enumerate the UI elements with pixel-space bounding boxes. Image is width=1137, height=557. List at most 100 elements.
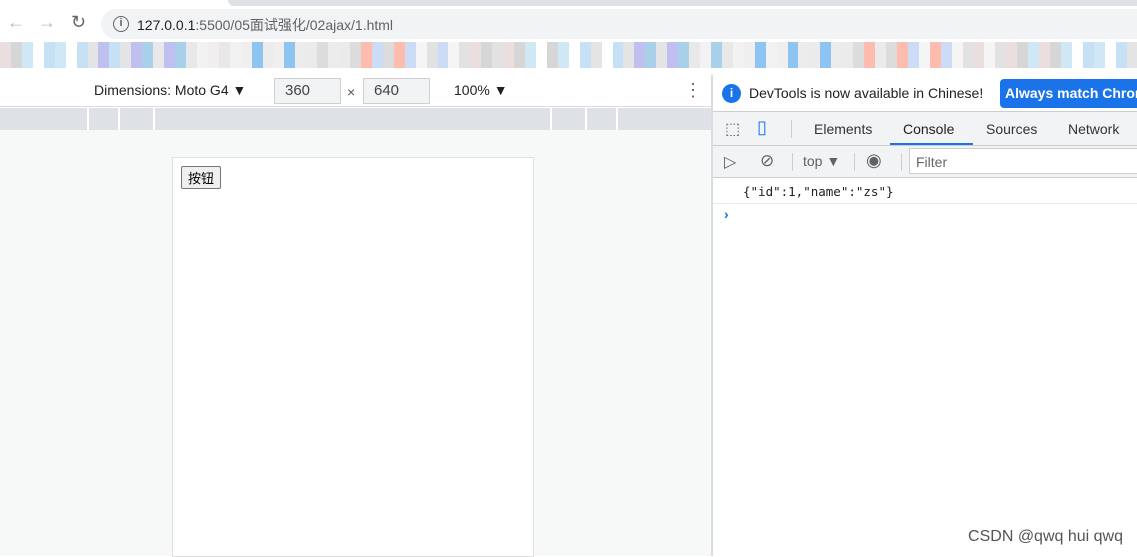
bookmark-item[interactable] [896, 42, 908, 68]
tab-network[interactable]: Network [1068, 121, 1119, 137]
bookmark-item[interactable] [590, 42, 602, 68]
tab-sources[interactable]: Sources [986, 121, 1037, 137]
page-button[interactable]: 按钮 [181, 166, 222, 189]
reload-icon[interactable]: ↻ [71, 12, 86, 33]
bookmark-item[interactable] [10, 42, 22, 68]
bookmark-item[interactable] [196, 42, 208, 68]
context-select[interactable]: top ▼ [803, 153, 840, 169]
bookmark-item[interactable] [765, 42, 777, 68]
dimensions-select[interactable]: Dimensions: Moto G4 ▼ [94, 82, 246, 98]
console-prompt[interactable]: › [713, 204, 1137, 222]
bookmark-item[interactable] [743, 42, 755, 68]
bookmark-item[interactable] [1039, 42, 1050, 68]
tab-elements[interactable]: Elements [814, 121, 872, 137]
bookmark-item[interactable] [284, 42, 296, 68]
bookmark-item[interactable] [207, 42, 219, 68]
bookmark-item[interactable] [689, 42, 700, 68]
bookmark-item[interactable] [240, 42, 252, 68]
bookmark-item[interactable] [153, 42, 165, 68]
bookmark-item[interactable] [951, 42, 963, 68]
bookmark-item[interactable] [404, 42, 416, 68]
clear-console-icon[interactable]: ⊘ [760, 151, 774, 171]
bookmark-item[interactable] [339, 42, 350, 68]
bookmark-item[interactable] [634, 42, 646, 68]
bookmark-item[interactable] [623, 42, 635, 68]
bookmark-item[interactable] [700, 42, 711, 68]
bookmark-item[interactable] [1017, 42, 1029, 68]
bookmark-item[interactable] [295, 42, 307, 68]
bookmark-item[interactable] [76, 42, 88, 68]
bookmark-item[interactable] [175, 42, 186, 68]
bookmark-item[interactable] [360, 42, 372, 68]
width-input[interactable]: 360 [274, 78, 341, 104]
bookmark-item[interactable] [973, 42, 985, 68]
bookmark-item[interactable] [535, 42, 547, 68]
bookmark-item[interactable] [1104, 42, 1116, 68]
bookmark-item[interactable] [721, 42, 733, 68]
bookmark-item[interactable] [0, 42, 11, 68]
bookmark-item[interactable] [984, 42, 996, 68]
bookmark-item[interactable] [21, 42, 33, 68]
bookmark-item[interactable] [710, 42, 722, 68]
bookmark-item[interactable] [87, 42, 99, 68]
bookmark-item[interactable] [995, 42, 1007, 68]
bookmark-item[interactable] [492, 42, 504, 68]
bookmark-item[interactable] [1071, 42, 1083, 68]
bookmark-item[interactable] [65, 42, 77, 68]
bookmark-item[interactable] [940, 42, 952, 68]
bookmark-item[interactable] [842, 42, 854, 68]
filter-input[interactable]: Filter [909, 148, 1137, 174]
bookmark-item[interactable] [131, 42, 143, 68]
bookmark-item[interactable] [1082, 42, 1094, 68]
bookmark-item[interactable] [853, 42, 865, 68]
bookmark-item[interactable] [787, 42, 799, 68]
bookmark-item[interactable] [798, 42, 810, 68]
bookmark-item[interactable] [1115, 42, 1127, 68]
bookmark-item[interactable] [875, 42, 886, 68]
bookmark-item[interactable] [546, 42, 558, 68]
bookmark-item[interactable] [732, 42, 744, 68]
bookmark-item[interactable] [831, 42, 843, 68]
bookmark-item[interactable] [415, 42, 427, 68]
device-toggle-icon[interactable]: ▯ [757, 117, 767, 138]
bookmark-item[interactable] [918, 42, 930, 68]
bookmark-item[interactable] [109, 42, 121, 68]
bookmark-item[interactable] [612, 42, 624, 68]
bookmark-item[interactable] [481, 42, 493, 68]
bookmark-item[interactable] [317, 42, 329, 68]
bookmark-item[interactable] [514, 42, 525, 68]
bookmark-item[interactable] [120, 42, 132, 68]
bookmark-item[interactable] [328, 42, 340, 68]
bookmark-item[interactable] [568, 42, 580, 68]
bookmark-item[interactable] [1028, 42, 1040, 68]
bookmark-item[interactable] [864, 42, 875, 68]
bookmark-item[interactable] [1006, 42, 1018, 68]
bookmark-item[interactable] [1126, 42, 1137, 68]
bookmark-item[interactable] [448, 42, 460, 68]
bookmark-item[interactable] [525, 42, 536, 68]
eye-icon[interactable]: ◉ [866, 150, 882, 171]
bookmark-item[interactable] [164, 42, 175, 68]
bookmark-item[interactable] [754, 42, 766, 68]
bookmark-item[interactable] [185, 42, 197, 68]
bookmark-item[interactable] [350, 42, 361, 68]
bookmark-item[interactable] [929, 42, 941, 68]
bookmark-item[interactable] [437, 42, 449, 68]
bookmark-item[interactable] [656, 42, 668, 68]
bookmark-item[interactable] [667, 42, 679, 68]
bookmark-item[interactable] [382, 42, 394, 68]
bookmark-item[interactable] [820, 42, 832, 68]
inspect-element-icon[interactable]: ⬚ [725, 119, 740, 139]
bookmark-item[interactable] [557, 42, 569, 68]
bookmark-item[interactable] [43, 42, 55, 68]
bookmark-item[interactable] [273, 42, 285, 68]
arrow-right-icon[interactable]: → [38, 12, 56, 33]
address-bar[interactable]: i 127.0.0.1:5500/05面试强化/02ajax/1.html [101, 9, 1137, 39]
bookmark-item[interactable] [393, 42, 405, 68]
bookmark-item[interactable] [776, 42, 788, 68]
arrow-left-icon[interactable]: ← [7, 12, 25, 33]
bookmark-item[interactable] [251, 42, 263, 68]
sidebar-toggle-icon[interactable]: ▷ [724, 152, 736, 172]
bookmark-item[interactable] [426, 42, 438, 68]
tab-console[interactable]: Console [903, 121, 954, 137]
